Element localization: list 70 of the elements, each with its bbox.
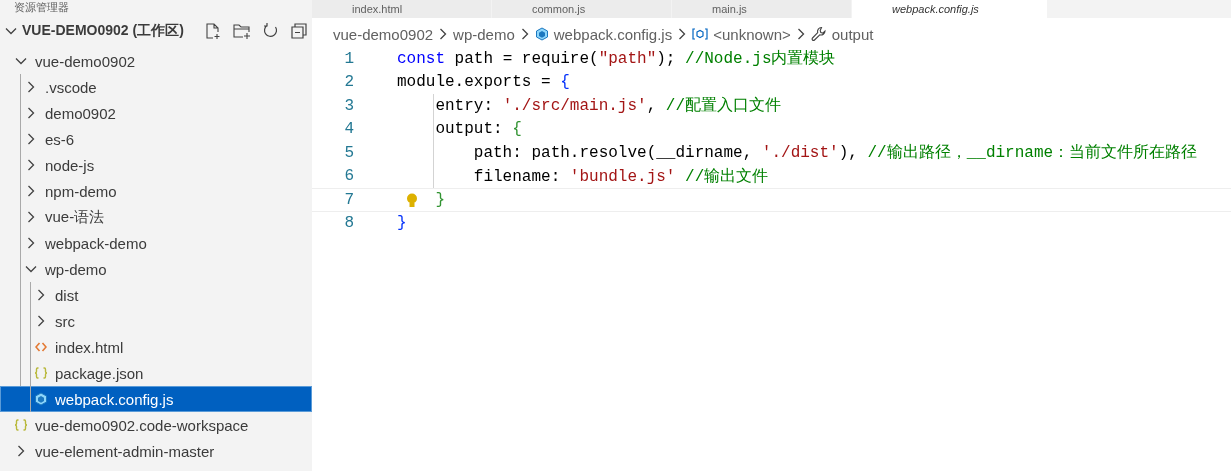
chevron-right-icon [37, 315, 45, 327]
chevron-right-icon [27, 211, 35, 223]
breadcrumb-separator-icon [796, 28, 805, 40]
code-line: 5 path: path.resolve(__dirname, './dist'), //输出路径，__dirname：当前文件所在路径 [312, 141, 1231, 165]
chevron-right-icon [27, 185, 35, 197]
breadcrumb-item[interactable]: wp-demo [453, 25, 515, 43]
code-line: 4 output: { [312, 117, 1231, 141]
new-file-icon[interactable] [203, 22, 222, 40]
curly-braces-icon [14, 419, 28, 431]
tree-item[interactable]: es-6 [0, 126, 312, 152]
chevron-down-icon [25, 265, 37, 273]
collapse-all-icon[interactable] [289, 22, 308, 40]
tree-item[interactable]: package.json [0, 360, 312, 386]
tree-item[interactable]: vue-语法 [0, 204, 312, 230]
tree-item[interactable]: npm-demo [0, 178, 312, 204]
tree-item[interactable]: demo0902 [0, 100, 312, 126]
chevron-right-icon [27, 159, 35, 171]
tree-item[interactable]: webpack.config.js [0, 386, 312, 412]
breadcrumb-item[interactable]: webpack.config.js [534, 25, 673, 43]
breadcrumb-separator-icon [678, 28, 687, 40]
tree-item[interactable]: dist [0, 282, 312, 308]
editor-tab[interactable]: main.js [672, 0, 852, 18]
chevron-right-icon [37, 289, 45, 301]
wrench-icon [810, 26, 827, 42]
new-folder-icon[interactable] [231, 22, 252, 40]
tree-item[interactable]: webpack-demo [0, 230, 312, 256]
chevron-right-icon [27, 237, 35, 249]
chevron-right-icon [27, 107, 35, 119]
line-number: 8 [343, 214, 355, 233]
cube-icon [34, 392, 48, 406]
breadcrumb-item[interactable]: vue-demo0902 [333, 25, 434, 43]
tree-item[interactable]: vue-demo0902 [0, 48, 312, 74]
code-line: 3 entry: './src/main.js', //配置入口文件 [312, 94, 1231, 118]
curly-braces-icon [34, 367, 48, 379]
editor-tab[interactable]: index.html [312, 0, 492, 18]
workspace-title[interactable]: VUE-DEMO0902 (工作区) [22, 22, 184, 40]
code-line: 8 } [312, 211, 1231, 235]
chevron-right-icon [27, 133, 35, 145]
code-line: 1 const path = require("path"); //Node.js内置模块 [312, 47, 1231, 71]
line-number: 3 [343, 96, 355, 115]
code-line: 6 filename: 'bundle.js' //输出文件 [312, 164, 1231, 188]
editor-tab[interactable]: common.js [492, 0, 672, 18]
explorer-title: 资源管理器 [13, 0, 70, 14]
line-number: 5 [343, 143, 355, 162]
breadcrumb-separator-icon [439, 28, 448, 40]
line-number: 4 [343, 120, 355, 139]
tree-item[interactable]: index.html [0, 334, 312, 360]
chevron-right-icon [27, 81, 35, 93]
tree-item[interactable]: vue-element-admin-master [0, 438, 312, 464]
refresh-icon[interactable] [261, 22, 280, 40]
breadcrumb-item[interactable]: <unknown> [692, 25, 791, 43]
line-number: 6 [343, 167, 355, 186]
variable-icon [692, 28, 709, 40]
tree-item[interactable]: src [0, 308, 312, 334]
chevron-down-icon [15, 57, 27, 65]
chevron-right-icon [17, 445, 25, 457]
line-number: 1 [343, 49, 355, 68]
tree-item[interactable]: vue-demo0902.code-workspace [0, 412, 312, 438]
tree-item[interactable]: wp-demo [0, 256, 312, 282]
angle-brackets-icon [35, 342, 47, 352]
editor-tab[interactable]: webpack.config.js [852, 0, 1048, 18]
cube-icon [534, 27, 549, 41]
breadcrumb-separator-icon [520, 28, 529, 40]
breadcrumb-item[interactable]: output [810, 25, 874, 43]
tree-item[interactable]: node-js [0, 152, 312, 178]
line-number: 2 [343, 73, 355, 92]
tree-item[interactable]: .vscode [0, 74, 312, 100]
code-line: 2 module.exports = { [312, 70, 1231, 94]
line-number: 7 [343, 190, 355, 209]
code-line: 7 } [312, 188, 1231, 212]
